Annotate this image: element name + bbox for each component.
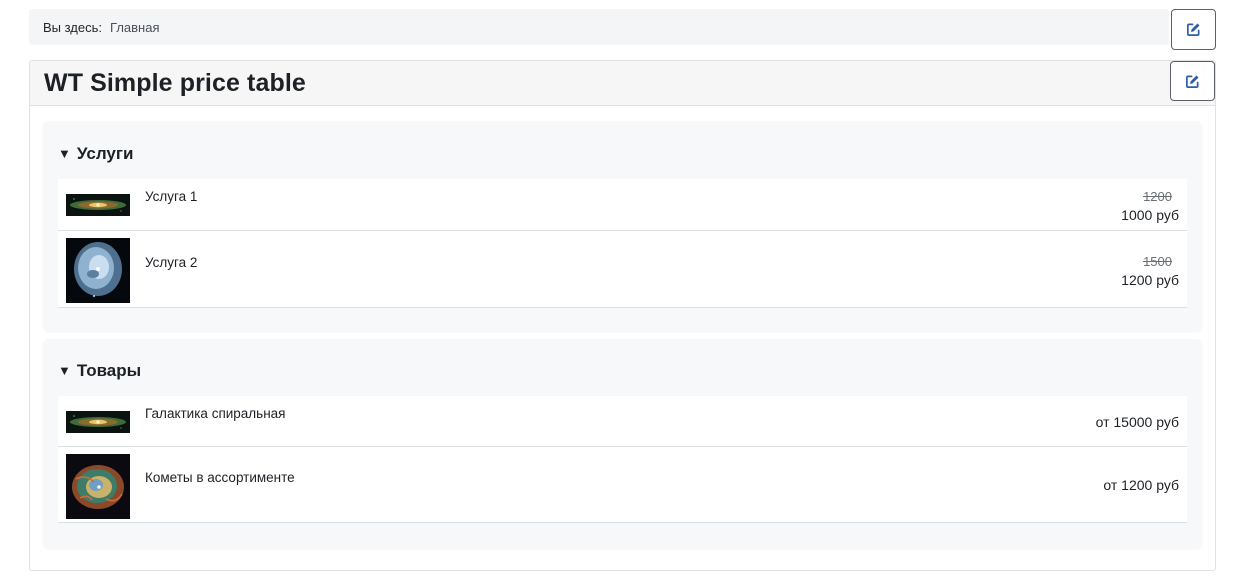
breadcrumb-prefix: Вы здесь: <box>43 19 103 35</box>
edit-icon <box>1187 23 1200 36</box>
list-item: Услуга 1 1200 1000 руб <box>58 179 1187 231</box>
item-name: Услуга 2 <box>145 255 198 270</box>
item-price: 1200 руб <box>1121 272 1179 288</box>
item-price-block: от 1200 руб <box>1103 477 1179 493</box>
item-price: 1000 руб <box>1121 207 1179 223</box>
group-title[interactable]: ▼ Товары <box>58 346 1187 396</box>
item-price: от 1200 руб <box>1103 477 1179 493</box>
list-item: Услуга 2 1500 1200 руб <box>58 231 1187 308</box>
triangle-down-icon: ▼ <box>58 145 71 161</box>
list-item: Галактика спиральная от 15000 руб <box>58 396 1187 447</box>
item-name: Кометы в ассортименте <box>145 470 295 485</box>
group-title-label: Услуги <box>76 144 134 163</box>
edit-icon <box>1186 75 1199 88</box>
item-price-block: 1200 1000 руб <box>1121 188 1179 223</box>
item-price: от 15000 руб <box>1095 414 1179 430</box>
page-title: WT Simple price table <box>44 68 306 97</box>
edit-module-button[interactable] <box>1170 61 1215 101</box>
edit-breadcrumb-button[interactable] <box>1171 9 1216 50</box>
nebula-thumb-icon <box>66 238 130 303</box>
breadcrumb: Вы здесь: Главная <box>29 9 1169 45</box>
price-group-goods: ▼ Товары Галактика спиральная от 15000 р… <box>43 339 1202 548</box>
crab-nebula-thumb-icon <box>66 454 130 519</box>
list-item: Кометы в ассортименте от 1200 руб <box>58 447 1187 523</box>
item-name: Галактика спиральная <box>145 406 286 421</box>
module-header: WT Simple price table <box>30 61 1215 106</box>
item-price-block: 1500 1200 руб <box>1121 253 1179 288</box>
breadcrumb-home-link[interactable]: Главная <box>110 20 159 35</box>
galaxy-thumb-icon <box>66 411 130 433</box>
item-name: Услуга 1 <box>145 189 198 204</box>
old-price: 1500 <box>1143 254 1172 269</box>
item-price-block: от 15000 руб <box>1096 414 1179 430</box>
triangle-down-icon: ▼ <box>58 362 71 378</box>
old-price: 1200 <box>1143 189 1172 204</box>
price-group-services: ▼ Услуги Услуга 1 1200 1000 руб Услуга 2… <box>43 121 1202 331</box>
group-title[interactable]: ▼ Услуги <box>58 129 1187 179</box>
group-title-label: Товары <box>76 361 142 380</box>
price-table-module: WT Simple price table ▼ Услуги Услуга 1 … <box>29 60 1216 571</box>
galaxy-thumb-icon <box>66 194 130 216</box>
